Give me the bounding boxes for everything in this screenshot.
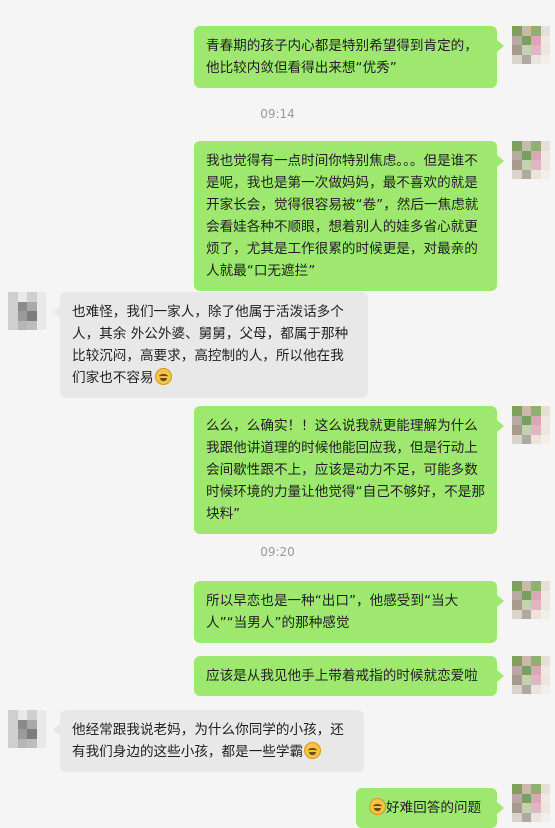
my-avatar[interactable] bbox=[512, 141, 550, 179]
message-text: 应该是从我见他手上带着戒指的时候就恋爱啦 bbox=[206, 668, 478, 684]
message-bubble[interactable]: 也难怪，我们一家人，除了他属于活泼话多个人，其余 外公外婆、舅舅，父母，都属于那… bbox=[60, 292, 368, 398]
message-bubble[interactable]: 青春期的孩子内心都是特别希望得到肯定的，他比较内敛但看得出来想“优秀” bbox=[194, 26, 497, 88]
my-avatar[interactable] bbox=[512, 581, 550, 619]
contact-avatar[interactable] bbox=[8, 710, 46, 748]
bubble-tail bbox=[497, 670, 504, 682]
my-avatar[interactable] bbox=[512, 406, 550, 444]
bubble-tail bbox=[497, 595, 504, 607]
message-text: 我也觉得有一点时间你特别焦虑。。。但是谁不是呢，我也是第一次做妈妈，最不喜欢的就… bbox=[206, 153, 479, 279]
message-bubble[interactable]: 好难回答的问题 bbox=[356, 788, 497, 828]
message-bubble[interactable]: 我也觉得有一点时间你特别焦虑。。。但是谁不是呢，我也是第一次做妈妈，最不喜欢的就… bbox=[194, 141, 497, 291]
my-avatar[interactable] bbox=[512, 656, 550, 694]
timestamp: 09:14 bbox=[260, 107, 295, 121]
bubble-tail bbox=[497, 40, 504, 52]
message-bubble[interactable]: 么么，么确实！！这么说我就更能理解为什么我跟他讲道理的时候他能回应我，但是行动上… bbox=[194, 406, 497, 534]
contact-avatar[interactable] bbox=[8, 292, 46, 330]
timestamp: 09:20 bbox=[260, 545, 295, 559]
message-text: 也难怪，我们一家人，除了他属于活泼话多个人，其余 外公外婆、舅舅，父母，都属于那… bbox=[72, 304, 349, 386]
message-text: 好难回答的问题 bbox=[386, 800, 482, 816]
bubble-tail bbox=[53, 724, 60, 736]
my-avatar[interactable] bbox=[512, 784, 550, 822]
my-avatar[interactable] bbox=[512, 26, 550, 64]
message-text: 所以早恋也是一种“出口”，他感受到“当大人”“当男人”的那种感觉 bbox=[206, 593, 459, 631]
message-text: 他经常跟我说老妈，为什么你同学的小孩，还有我们身边的这些小孩，都是一些学霸 bbox=[72, 722, 344, 760]
bubble-tail bbox=[497, 420, 504, 432]
cry-laugh-emoji-icon bbox=[154, 368, 172, 385]
bubble-tail bbox=[497, 155, 504, 167]
message-bubble[interactable]: 他经常跟我说老妈，为什么你同学的小孩，还有我们身边的这些小孩，都是一些学霸 bbox=[60, 710, 364, 772]
cry-laugh-emoji-icon bbox=[304, 742, 322, 759]
cry-laugh-emoji-icon bbox=[369, 798, 386, 815]
bubble-tail bbox=[497, 802, 504, 814]
bubble-tail bbox=[53, 306, 60, 318]
message-bubble[interactable]: 所以早恋也是一种“出口”，他感受到“当大人”“当男人”的那种感觉 bbox=[194, 581, 497, 643]
message-text: 青春期的孩子内心都是特别希望得到肯定的，他比较内敛但看得出来想“优秀” bbox=[206, 38, 478, 76]
message-bubble[interactable]: 应该是从我见他手上带着戒指的时候就恋爱啦 bbox=[194, 656, 497, 696]
message-text: 么么，么确实！！这么说我就更能理解为什么我跟他讲道理的时候他能回应我，但是行动上… bbox=[206, 418, 485, 522]
